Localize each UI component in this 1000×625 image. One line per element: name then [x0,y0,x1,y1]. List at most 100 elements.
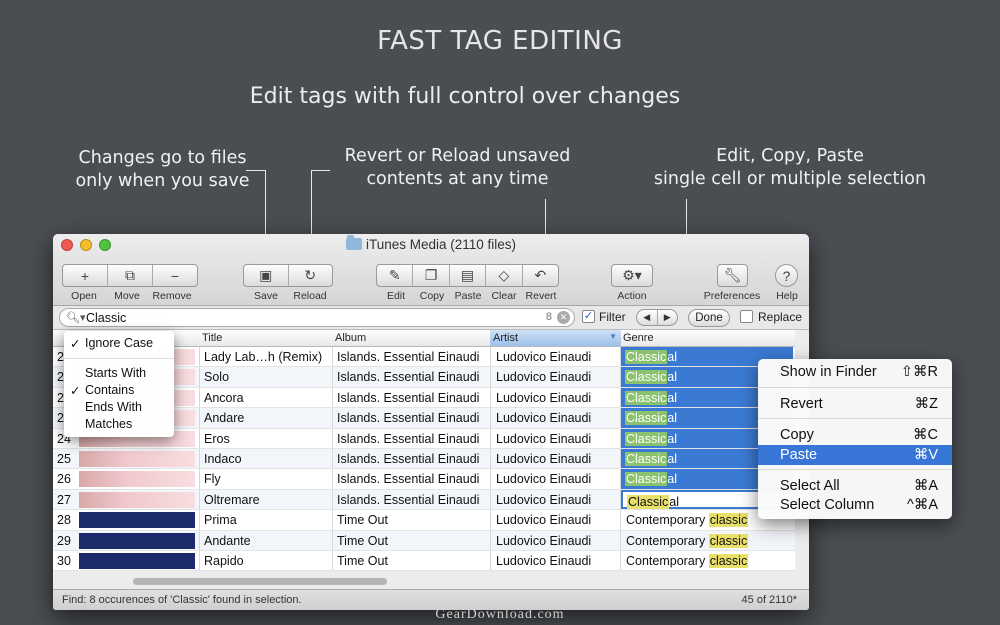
save-button[interactable]: ▣ [244,265,289,286]
title-cell[interactable]: Eros [204,432,230,446]
save-label: Save [254,290,278,302]
title-cell[interactable]: Oltremare [204,493,260,507]
table-row[interactable]: 26 Fly Islands. Essential Einaudi Ludovico … [53,469,795,490]
genre-cell[interactable]: Contemporary classic [626,553,749,568]
menu-item-contains[interactable]: ✓ Contains [64,383,174,398]
title-cell[interactable]: Fly [204,472,221,486]
reload-button[interactable]: ↻ [289,265,333,286]
title-cell[interactable]: Rapido [204,554,244,568]
clear-button[interactable]: ◇ [486,265,523,286]
column-header-genre[interactable]: Genre [623,332,654,344]
row-number: 2 [57,390,64,405]
artist-cell[interactable]: Ludovico Einaudi [496,370,591,384]
menu-item-select-column[interactable]: Select Column ^⌘A [758,495,952,515]
table-row[interactable]: 29 Andante Time Out Ludovico Einaudi Contemp… [53,530,795,551]
search-options-icon[interactable]: 🔍︎▾ [66,311,86,324]
open-button[interactable]: + [63,265,108,286]
column-divider [332,408,333,428]
column-divider [332,428,333,448]
column-divider [199,408,200,428]
table-row[interactable]: 27 Oltremare Islands. Essential Einaudi Lud… [53,489,795,511]
title-cell[interactable]: Andante [204,534,251,548]
artist-cell[interactable]: Ludovico Einaudi [496,493,591,507]
sort-arrow-icon: ▼ [609,332,617,341]
column-header-artist[interactable]: Artist ▼ [490,330,621,346]
table-row[interactable]: 30 Rapido Time Out Ludovico Einaudi Contempo… [53,550,795,572]
album-cell[interactable]: Islands. Essential Einaudi [337,432,479,446]
artist-cell[interactable]: Ludovico Einaudi [496,391,591,405]
checkmark-icon: ✓ [70,384,81,398]
menu-item-show-in-finder[interactable]: Show in Finder ⇧⌘R [758,362,952,382]
table-row[interactable]: 25 Indaco Islands. Essential Einaudi Ludovi… [53,448,795,470]
column-header-title[interactable]: Title [202,332,222,344]
move-icon: ⧉ [125,267,135,283]
artist-cell[interactable]: Ludovico Einaudi [496,513,591,527]
artist-cell[interactable]: Ludovico Einaudi [496,472,591,486]
album-cell[interactable]: Time Out [337,513,388,527]
eraser-icon: ◇ [498,267,510,283]
edit-button[interactable]: ✎ [377,265,414,286]
album-cell[interactable]: Islands. Essential Einaudi [337,411,479,425]
album-cell[interactable]: Islands. Essential Einaudi [337,452,479,466]
menu-item-copy[interactable]: Copy ⌘C [758,425,952,445]
filter-checkbox[interactable]: ✓ [582,310,595,323]
checkmark-icon: ✓ [70,337,81,351]
menu-item-select-all[interactable]: Select All ⌘A [758,476,952,496]
album-cell[interactable]: Islands. Essential Einaudi [337,493,479,507]
status-message: Find: 8 occurences of 'Classic' found in… [62,594,302,606]
clear-search-icon[interactable]: ✕ [557,311,570,324]
next-match-button[interactable]: ▶ [658,310,678,325]
artist-cell[interactable]: Ludovico Einaudi [496,452,591,466]
artist-cell[interactable]: Ludovico Einaudi [496,534,591,548]
callout-save: Changes go to files only when you save [60,147,265,193]
album-cell[interactable]: Time Out [337,534,388,548]
title-cell[interactable]: Indaco [204,452,242,466]
menu-item-revert[interactable]: Revert ⌘Z [758,394,952,414]
preferences-button[interactable]: 🔧︎ [717,264,748,287]
title-cell[interactable]: Prima [204,513,237,527]
menu-separator [64,358,174,359]
help-button[interactable]: ? [775,264,798,287]
done-button[interactable]: Done [688,309,730,327]
column-divider [332,347,333,367]
search-input[interactable]: 🔍︎▾ Classic 8 ✕ [59,308,575,327]
genre-suffix: al [667,451,678,466]
revert-button[interactable]: ↶ [523,265,558,286]
menu-item-starts-with[interactable]: Starts With [64,366,174,380]
album-cell[interactable]: Islands. Essential Einaudi [337,350,479,364]
column-divider [490,428,491,448]
album-cell[interactable]: Time Out [337,554,388,568]
genre-suffix: al [667,370,678,385]
title-cell[interactable]: Ancora [204,391,244,405]
menu-item-matches[interactable]: Matches [64,417,174,431]
copy-button[interactable]: ❐ [413,265,450,286]
album-cell[interactable]: Islands. Essential Einaudi [337,472,479,486]
column-divider [490,469,491,489]
artist-cell[interactable]: Ludovico Einaudi [496,432,591,446]
menu-item-paste[interactable]: Paste ⌘V [758,445,952,465]
preferences-label: Preferences [703,290,761,302]
album-cell[interactable]: Islands. Essential Einaudi [337,391,479,405]
artist-cell[interactable]: Ludovico Einaudi [496,411,591,425]
window-title-text: iTunes Media (2110 files) [365,237,517,252]
horizontal-scrollbar[interactable] [133,578,387,585]
artist-cell[interactable]: Ludovico Einaudi [496,350,591,364]
move-button[interactable]: ⧉ [108,265,153,286]
title-cell[interactable]: Andare [204,411,244,425]
action-button[interactable]: ⚙▾ [611,264,653,287]
paste-button[interactable]: ▤ [450,265,487,286]
column-header-album[interactable]: Album [335,332,366,344]
title-cell[interactable]: Solo [204,370,229,384]
replace-checkbox[interactable] [740,310,753,323]
remove-button[interactable]: − [153,265,197,286]
genre-cell[interactable]: Contemporary classic [626,533,749,548]
genre-cell[interactable]: Contemporary classic [626,513,749,528]
artist-cell[interactable]: Ludovico Einaudi [496,554,591,568]
menu-item-ends-with[interactable]: Ends With [64,400,174,414]
title-cell[interactable]: Lady Lab…h (Remix) [204,350,322,364]
table-row[interactable]: 28 Prima Time Out Ludovico Einaudi Contempor… [53,510,795,531]
column-divider [199,428,200,448]
album-cell[interactable]: Islands. Essential Einaudi [337,370,479,384]
menu-item-ignore-case[interactable]: ✓ Ignore Case [64,336,174,351]
previous-match-button[interactable]: ◀ [637,310,658,325]
